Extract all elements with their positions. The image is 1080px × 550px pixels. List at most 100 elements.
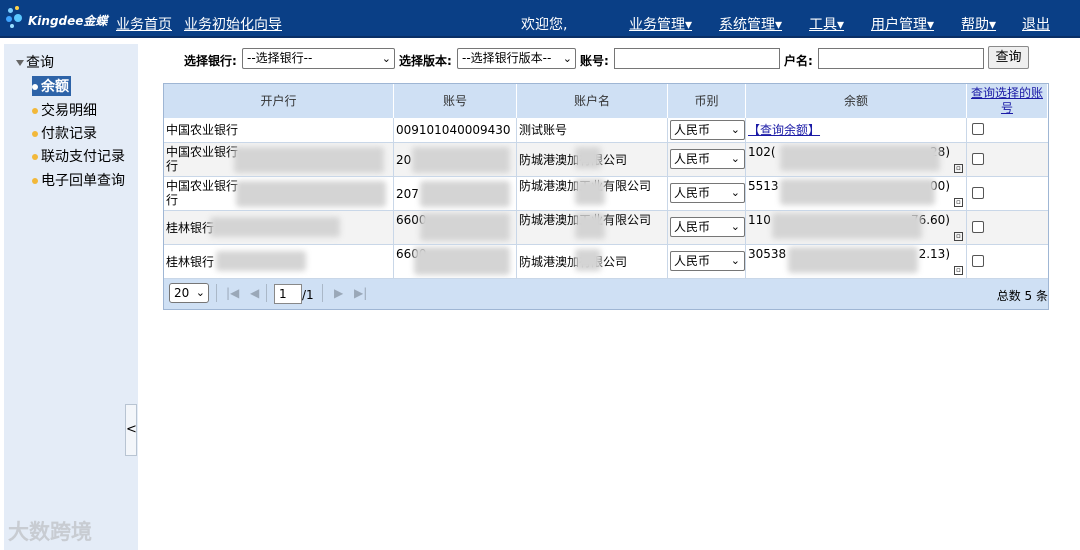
calendar-icon[interactable]: ▫ (954, 198, 963, 207)
currency-select[interactable]: 人民币 ⌄ (670, 149, 745, 169)
nav-logout[interactable]: 退出 (1022, 14, 1050, 34)
version-label: 选择版本: (399, 54, 452, 68)
chevron-down-icon: ⌄ (730, 152, 740, 165)
calendar-icon[interactable]: ▫ (954, 266, 963, 275)
cell-currency: 人民币 ⌄ (668, 177, 746, 210)
redaction-blur (210, 217, 340, 237)
page-number-input[interactable]: 1 (274, 284, 302, 304)
cell-balance: 5513 00) ▫ (746, 177, 967, 210)
total-pages: /1 (302, 288, 314, 302)
bank-name: 桂林银行 (166, 221, 215, 235)
currency-select[interactable]: 人民币 ⌄ (670, 183, 745, 203)
col-header-query-selected[interactable]: 查询选择的账号 (967, 84, 1048, 118)
bank-select-value: --选择银行-- (247, 51, 313, 65)
chevron-down-icon: ⌄ (730, 220, 740, 233)
nav-user-management[interactable]: 用户管理▾ (871, 14, 934, 34)
chevron-down-icon: ⌄ (381, 52, 391, 65)
cell-bank: 中国农业银行行 (164, 143, 394, 176)
cell-bank: 桂林银行 (164, 211, 394, 244)
pager-divider (322, 284, 323, 302)
redaction-blur (780, 145, 940, 171)
nav-help[interactable]: 帮助▾ (961, 14, 996, 34)
bullet-icon (32, 154, 38, 160)
nav-system-management[interactable]: 系统管理▾ (719, 14, 782, 34)
sidebar-collapse-button[interactable]: < (125, 404, 137, 456)
version-select[interactable]: --选择银行版本-- ⌄ (457, 48, 576, 69)
cell-bank: 中国农业银行 (164, 118, 394, 142)
cell-account: 207 (394, 177, 517, 210)
row-checkbox[interactable] (972, 153, 984, 165)
account-name-input[interactable] (818, 48, 984, 69)
redaction-blur (236, 181, 386, 207)
table-row: 中国农业银行行 207 防城港澳加工业有限公司 人民币 ⌄ 5513 00) ▫ (164, 177, 1048, 211)
sidebar-item-payments[interactable]: 付款记录 (32, 123, 97, 143)
calendar-icon[interactable]: ▫ (954, 164, 963, 173)
currency-select-value: 人民币 (674, 186, 711, 200)
sidebar-item-label: 电子回单查询 (41, 173, 125, 189)
sidebar-item-label: 余额 (41, 79, 69, 95)
redaction-blur (575, 213, 605, 239)
nav-tools[interactable]: 工具▾ (809, 14, 844, 34)
next-page-icon[interactable]: ▶ (334, 286, 343, 300)
redaction-blur (575, 249, 601, 271)
bullet-icon (32, 108, 38, 114)
cell-account: 6600 (394, 245, 517, 278)
cell-select (967, 211, 1048, 244)
row-checkbox[interactable] (972, 255, 984, 267)
bank-name: 中国农业银行 (166, 179, 239, 193)
cell-account: 009101040009430 (394, 118, 517, 142)
sidebar-item-transactions[interactable]: 交易明细 (32, 100, 97, 120)
cell-select (967, 143, 1048, 176)
currency-select-value: 人民币 (674, 152, 711, 166)
nav-business-management[interactable]: 业务管理▾ (629, 14, 692, 34)
expand-triangle-icon (16, 60, 24, 66)
tree-root-label: 查询 (26, 55, 54, 71)
currency-select-value: 人民币 (674, 123, 711, 137)
redaction-blur (234, 147, 384, 173)
currency-select[interactable]: 人民币 ⌄ (670, 251, 745, 271)
redaction-blur (420, 213, 510, 241)
page-size-value: 20 (174, 286, 190, 300)
calendar-icon[interactable]: ▫ (954, 232, 963, 241)
sidebar-item-balance[interactable]: 余额 (32, 76, 71, 96)
sidebar-item-label: 联动支付记录 (41, 149, 125, 165)
logo-text: Kingdee金蝶 (28, 14, 108, 28)
query-button[interactable]: 查询 (988, 46, 1029, 69)
pager-divider (216, 284, 217, 302)
row-checkbox[interactable] (972, 187, 984, 199)
prev-page-icon[interactable]: ◀ (250, 286, 259, 300)
tree-root-query[interactable]: 查询 (16, 52, 54, 72)
nav-home-link[interactable]: 业务首页 (116, 14, 172, 34)
currency-select[interactable]: 人民币 ⌄ (670, 120, 745, 140)
balance-value: 102( (748, 145, 776, 159)
cell-currency: 人民币 ⌄ (668, 211, 746, 244)
last-page-icon[interactable]: ▶| (354, 286, 367, 300)
page-size-select[interactable]: 20 ⌄ (169, 283, 209, 303)
bank-select[interactable]: --选择银行-- ⌄ (242, 48, 395, 69)
watermark: 大数跨境 (8, 520, 92, 544)
cell-bank: 中国农业银行行 (164, 177, 394, 210)
account-input[interactable] (614, 48, 780, 69)
nav-wizard-link[interactable]: 业务初始化向导 (184, 14, 282, 34)
version-select-value: --选择银行版本-- (462, 51, 552, 65)
balance-value: 5513 (748, 179, 779, 193)
total-count: 总数 5 条 (996, 289, 1048, 303)
sidebar-item-linked-payments[interactable]: 联动支付记录 (32, 146, 125, 166)
bank-name: 中国农业银行 (166, 145, 239, 159)
currency-select[interactable]: 人民币 ⌄ (670, 217, 745, 237)
currency-select-value: 人民币 (674, 220, 711, 234)
balance-value: 30538 (748, 247, 787, 261)
chevron-down-icon: ⌄ (195, 286, 205, 299)
balance-value-tail: 2.13) (918, 247, 950, 261)
row-checkbox[interactable] (972, 123, 984, 135)
query-balance-link[interactable]: 【查询余额】 (748, 123, 820, 137)
chevron-down-icon: ⌄ (730, 186, 740, 199)
row-checkbox[interactable] (972, 221, 984, 233)
redaction-blur (575, 179, 605, 205)
cell-balance: 【查询余额】 (746, 118, 967, 142)
account-label: 账号: (580, 54, 609, 68)
cell-balance: 102( 28) ▫ (746, 143, 967, 176)
first-page-icon[interactable]: |◀ (226, 286, 239, 300)
cell-currency: 人民币 ⌄ (668, 245, 746, 278)
sidebar-item-e-receipts[interactable]: 电子回单查询 (32, 170, 125, 190)
